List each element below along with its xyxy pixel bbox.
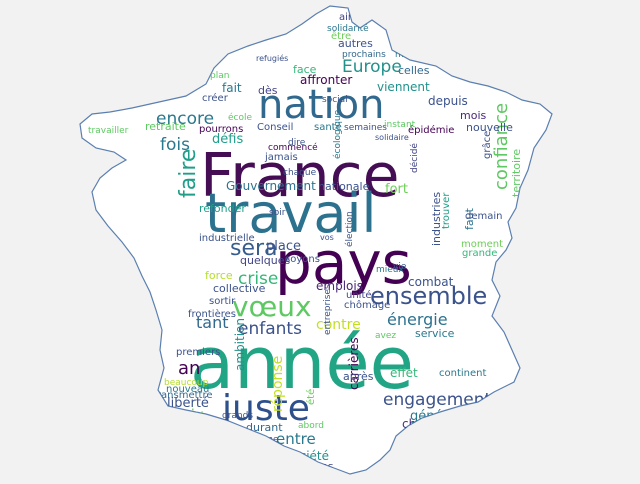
word-64: ambition bbox=[233, 318, 247, 371]
word-60: solidarité bbox=[327, 23, 369, 34]
word-100: chaque bbox=[283, 168, 317, 178]
word-13: fois bbox=[160, 135, 190, 155]
word-42: protéger bbox=[106, 94, 154, 107]
word-72: transmettre bbox=[153, 390, 213, 401]
word-56: territoire bbox=[510, 149, 523, 197]
word-98: jamais bbox=[264, 152, 298, 163]
word-90: semaines bbox=[344, 123, 387, 133]
word-84: grande bbox=[462, 248, 497, 259]
word-8: engagement bbox=[383, 390, 491, 410]
word-75: continent bbox=[439, 368, 486, 379]
word-76: continuons bbox=[412, 441, 462, 451]
word-85: trouver bbox=[441, 192, 452, 229]
word-31: fort bbox=[385, 182, 408, 197]
word-55: grâce bbox=[481, 131, 493, 159]
word-61: prochains bbox=[342, 50, 386, 60]
word-27: aurons bbox=[296, 460, 334, 473]
word-81: soyons bbox=[285, 254, 320, 265]
word-82: soir bbox=[269, 208, 286, 218]
word-63: réponse bbox=[270, 356, 286, 412]
word-38: viennent bbox=[377, 80, 430, 94]
word-37: celles bbox=[398, 64, 430, 77]
word-96: plan bbox=[210, 71, 229, 81]
word-66: après bbox=[343, 370, 374, 383]
word-43: retraite bbox=[145, 120, 186, 133]
word-52: effet bbox=[390, 366, 418, 380]
word-95: travailler bbox=[88, 126, 129, 136]
word-110: européen bbox=[366, 8, 404, 18]
word-93: pourrons bbox=[199, 124, 243, 135]
word-17: enfants bbox=[238, 319, 302, 339]
word-73: beaucoup bbox=[164, 378, 209, 388]
word-70: premiers bbox=[176, 347, 220, 358]
word-32: depuis bbox=[428, 94, 468, 108]
word-108: avez bbox=[375, 331, 396, 341]
word-30: nationale bbox=[318, 180, 370, 193]
word-12: faire bbox=[176, 149, 201, 198]
word-101: décidé bbox=[409, 143, 420, 173]
word-88: Conseil bbox=[257, 122, 293, 133]
word-44: refonder bbox=[199, 202, 246, 215]
word-29: Gouvernement bbox=[226, 179, 316, 193]
word-46: quelques bbox=[240, 254, 290, 267]
word-25: génération bbox=[410, 409, 481, 424]
word-92: épidémie bbox=[408, 124, 454, 136]
word-106: trop bbox=[164, 427, 183, 437]
word-67: été bbox=[305, 389, 317, 405]
word-112: solidaire bbox=[375, 133, 409, 142]
word-24: chacun bbox=[402, 417, 445, 431]
word-69: sortir bbox=[209, 296, 236, 307]
word-47: force bbox=[205, 269, 233, 282]
word-50: combat bbox=[408, 275, 454, 289]
word-10: confiance bbox=[491, 103, 512, 190]
word-107: grands bbox=[222, 411, 253, 421]
word-28: durant bbox=[246, 421, 283, 434]
word-cloud-canvas: France année travail pays nation juste vœux ens… bbox=[0, 0, 640, 480]
word-74: réforme bbox=[243, 434, 279, 445]
word-109: entreprises bbox=[323, 284, 333, 335]
word-104: avoir bbox=[90, 156, 113, 166]
word-94: créer bbox=[202, 92, 229, 104]
word-77: serons bbox=[442, 433, 472, 443]
word-80: industrielle bbox=[199, 233, 255, 244]
word-105: abord bbox=[298, 421, 324, 431]
word-111: refugiés bbox=[256, 53, 288, 63]
word-57: nouvelle bbox=[466, 121, 513, 134]
word-68: frontières bbox=[188, 308, 236, 320]
word-102: écologique bbox=[332, 109, 343, 159]
word-62: mois bbox=[395, 50, 417, 60]
word-115: mieux bbox=[376, 265, 405, 275]
word-113: dire bbox=[288, 138, 306, 148]
word-39: dès bbox=[258, 84, 278, 97]
word-36: affronter bbox=[300, 73, 352, 87]
word-20: an bbox=[178, 358, 200, 379]
word-45: place bbox=[266, 239, 301, 254]
word-116: vos bbox=[320, 233, 334, 242]
word-51: service bbox=[415, 327, 455, 340]
word-86: demain bbox=[465, 211, 503, 222]
word-79: unité bbox=[346, 289, 372, 301]
word-48: collective bbox=[213, 282, 266, 295]
word-59: ainsi bbox=[339, 12, 362, 23]
word-97: école bbox=[228, 112, 252, 123]
word-114: élection bbox=[344, 211, 355, 247]
france-map-word-cloud: Franceannéetravailpaysnationjustevœux ens… bbox=[79, 5, 553, 475]
word-103: social bbox=[322, 95, 348, 105]
